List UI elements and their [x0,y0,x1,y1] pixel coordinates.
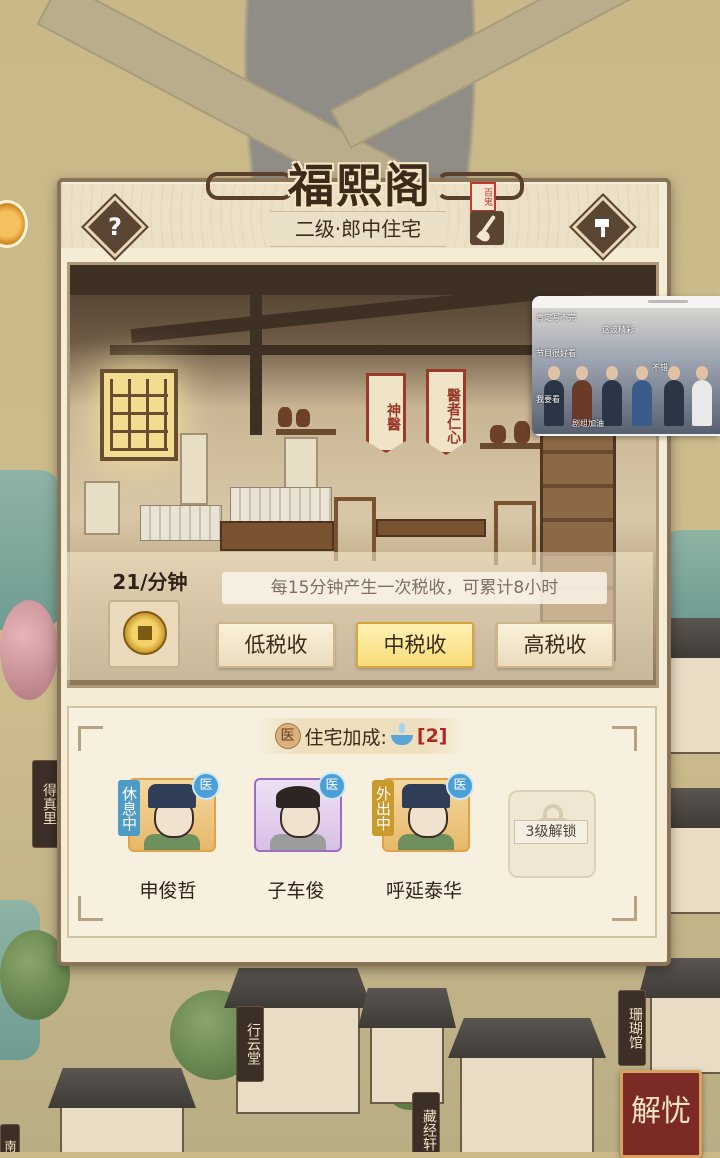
building-cangjingxuan[interactable] [448,1018,606,1152]
video-person [664,366,684,426]
banner-shenyi: 神醫 [366,373,406,453]
tea-table [376,519,486,537]
tax-rate: 21/分钟 [112,570,188,594]
map-label-dezhenli[interactable]: 得真里 [32,760,60,848]
video-screen: 肯定写不完 这波精彩 节目很好看 不错 我要看 剧组加油 [532,308,720,434]
jar [490,425,506,443]
hammer-icon [584,208,622,246]
map-label-shanhuguan[interactable]: 珊瑚馆 [618,990,646,1066]
question-icon: ? [108,213,122,241]
tax-info-text: 每15分钟产生一次税收，可累计8小时 [222,572,607,604]
building-shanhuguan[interactable] [638,958,720,1074]
video-drag-handle[interactable] [648,300,688,303]
map-label-cangjingxuan[interactable]: 藏经轩 [412,1092,440,1152]
building-title: 福熙阁 [288,159,432,213]
medicine-icon: 医 [274,723,301,749]
resident-name: 子车俊 [267,880,325,902]
jar [296,409,310,427]
coin-icon[interactable] [123,611,167,655]
building[interactable] [48,1068,196,1152]
chat-line: 肯定写不完 [536,313,576,322]
mid-tax-button[interactable]: 中税收 [356,622,474,668]
building[interactable] [656,788,720,914]
building[interactable] [653,618,720,754]
status-tag: 外出中 [372,780,394,836]
desk [220,521,334,551]
wall-shelf [480,443,540,449]
video-person [692,366,712,426]
wall-scroll [84,481,120,535]
map-label-xingyuntang[interactable]: 行云堂 [236,1006,264,1082]
corner-ornament [612,726,637,751]
chat-line: 不错 [652,363,668,372]
banner-yizherenxin: 醫者仁心 [426,369,466,455]
resident-name: 申俊哲 [139,880,197,902]
wood-pillar [250,285,262,435]
wall-scroll [180,433,208,505]
map-label-nan[interactable]: 南 [0,1124,20,1152]
title-seal: 百鬼 [470,182,496,212]
bonus-count: [2] [416,725,448,747]
resident-card[interactable]: 外出中 医 [372,772,474,852]
jar [514,421,530,443]
corner-ornament [78,896,103,921]
resident-card[interactable]: 医 [254,772,346,852]
residence-bonus: 医 住宅加成: [2] [256,718,466,754]
chat-line: 这波精彩 [602,325,634,334]
high-tax-button[interactable]: 高税收 [496,622,614,668]
building-subtitle: 二级·郎中住宅 [270,211,446,247]
corner-ornament [612,896,637,921]
resident-name: 呼延泰华 [385,880,462,902]
chat-line: 节目很好看 [536,349,576,358]
status-tag: 休息中 [118,780,140,836]
medic-badge-icon: 医 [318,772,346,800]
wall-shelf [276,429,336,435]
lattice-window [100,369,178,461]
video-person [632,366,652,426]
rename-brush-button[interactable] [470,211,504,245]
unlock-requirement: 3级解锁 [514,820,588,844]
book-stack [230,487,332,525]
medic-badge-icon: 医 [192,772,220,800]
resident-card[interactable]: 休息中 医 [118,772,220,852]
jieyou-button[interactable]: 解忧 [620,1070,702,1158]
chat-line: 我要看 [536,395,560,404]
medic-badge-icon: 医 [446,772,474,800]
floating-video-window[interactable]: 肯定写不完 这波精彩 节目很好看 不错 我要看 剧组加油 [532,296,720,436]
blossom-tree [0,600,58,700]
low-tax-button[interactable]: 低税收 [217,622,335,668]
video-person [602,366,622,426]
bowl-icon [390,723,413,745]
jar [278,407,292,427]
book-stack [140,505,222,541]
chat-line: 剧组加油 [572,419,604,428]
corner-ornament [78,726,103,751]
bonus-label: 住宅加成: [304,726,387,749]
